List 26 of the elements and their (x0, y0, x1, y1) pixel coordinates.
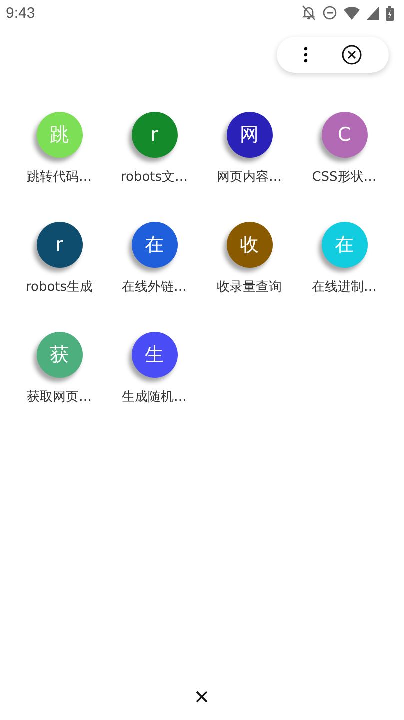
tool-icon[interactable]: 生 (132, 332, 178, 378)
tool-label[interactable]: 在线进制… (312, 278, 377, 296)
tool-icon[interactable]: r (132, 112, 178, 158)
bell-off-icon (302, 5, 316, 21)
tool-label[interactable]: 生成随机… (122, 388, 187, 406)
tool-label[interactable]: 获取网页… (27, 388, 92, 406)
wifi-icon (344, 6, 360, 20)
tool-label[interactable]: 跳转代码… (27, 168, 92, 186)
battery-icon (386, 6, 394, 20)
status-time: 9:43 (6, 4, 36, 22)
tool-label[interactable]: robots生成 (26, 278, 94, 296)
tool-icon[interactable]: 在 (132, 222, 178, 268)
close-icon[interactable] (196, 691, 208, 703)
tool-label[interactable]: CSS形状… (312, 168, 377, 186)
tool-icon[interactable]: 网 (226, 112, 272, 158)
do-not-disturb-icon (323, 6, 337, 20)
more-icon[interactable] (304, 47, 308, 63)
close-icon[interactable] (342, 45, 362, 65)
tool-label[interactable]: 在线外链… (122, 278, 187, 296)
tool-label[interactable]: 网页内容… (217, 168, 282, 186)
signal-icon (367, 6, 379, 20)
tool-icon[interactable]: 收 (226, 222, 272, 268)
tool-label[interactable]: robots文… (120, 168, 188, 186)
tool-icon[interactable]: r (36, 222, 82, 268)
tool-icon[interactable]: C (322, 112, 368, 158)
tool-label[interactable]: 收录量查询 (217, 278, 282, 296)
